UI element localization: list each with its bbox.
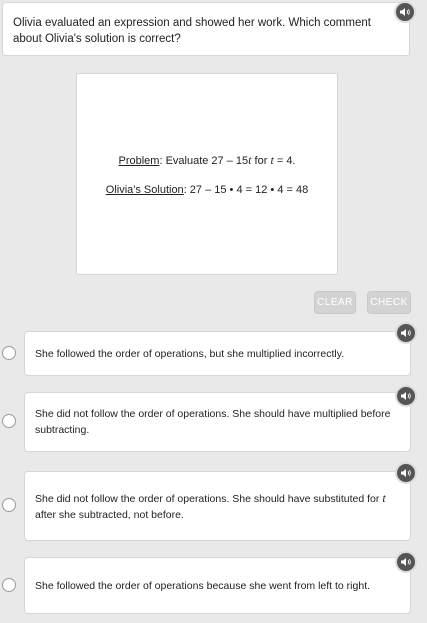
question-card: Olivia evaluated an expression and showe… [2, 2, 410, 56]
speaker-icon [401, 469, 411, 477]
choice-3-radio[interactable] [2, 498, 16, 512]
solution-text: : 27 – 15 • 4 = 12 • 4 = 48 [183, 183, 309, 196]
choice-1-audio-button[interactable] [395, 322, 417, 344]
choice-2[interactable]: She did not follow the order of operatio… [24, 392, 411, 452]
choice-3[interactable]: She did not follow the order of operatio… [24, 471, 411, 541]
choice-2-text: She did not follow the order of operatio… [35, 408, 391, 436]
speaker-icon [400, 8, 410, 16]
choice-3-text-before: She did not follow the order of operatio… [35, 492, 383, 505]
choice-3-variable: t [382, 490, 386, 505]
choice-4-radio[interactable] [2, 578, 16, 592]
solution-line: Olivia's Solution: 27 – 15 • 4 = 12 • 4 … [106, 184, 308, 196]
speaker-icon [401, 392, 411, 400]
speaker-icon [401, 558, 411, 566]
choice-1[interactable]: She followed the order of operations, bu… [24, 331, 411, 376]
clear-button[interactable]: CLEAR [314, 291, 356, 314]
choice-4-audio-button[interactable] [395, 551, 417, 573]
question-audio-button[interactable] [394, 1, 416, 23]
problem-text-1: : Evaluate 27 – 15 [159, 154, 249, 167]
choice-4[interactable]: She followed the order of operations bec… [24, 557, 411, 614]
question-text: Olivia evaluated an expression and showe… [13, 17, 371, 45]
problem-text-3: = 4. [273, 154, 296, 167]
solution-label: Olivia's Solution [105, 183, 184, 196]
problem-line: Problem: Evaluate 27 – 15t for t = 4. [118, 153, 295, 168]
problem-text-2: for [251, 154, 271, 167]
problem-box: Problem: Evaluate 27 – 15t for t = 4. Ol… [76, 73, 338, 275]
speaker-icon [401, 329, 411, 337]
choice-2-radio[interactable] [2, 414, 16, 428]
choice-2-audio-button[interactable] [395, 385, 417, 407]
choice-3-audio-button[interactable] [395, 462, 417, 484]
problem-label: Problem [118, 154, 160, 167]
choice-4-text: She followed the order of operations bec… [35, 579, 371, 592]
choice-1-radio[interactable] [2, 346, 16, 360]
choice-3-text-after: after she subtracted, not before. [35, 508, 184, 521]
check-button[interactable]: CHECK [367, 291, 411, 314]
choice-1-text: She followed the order of operations, bu… [35, 347, 345, 360]
choice-3-text: She did not follow the order of operatio… [35, 490, 402, 523]
